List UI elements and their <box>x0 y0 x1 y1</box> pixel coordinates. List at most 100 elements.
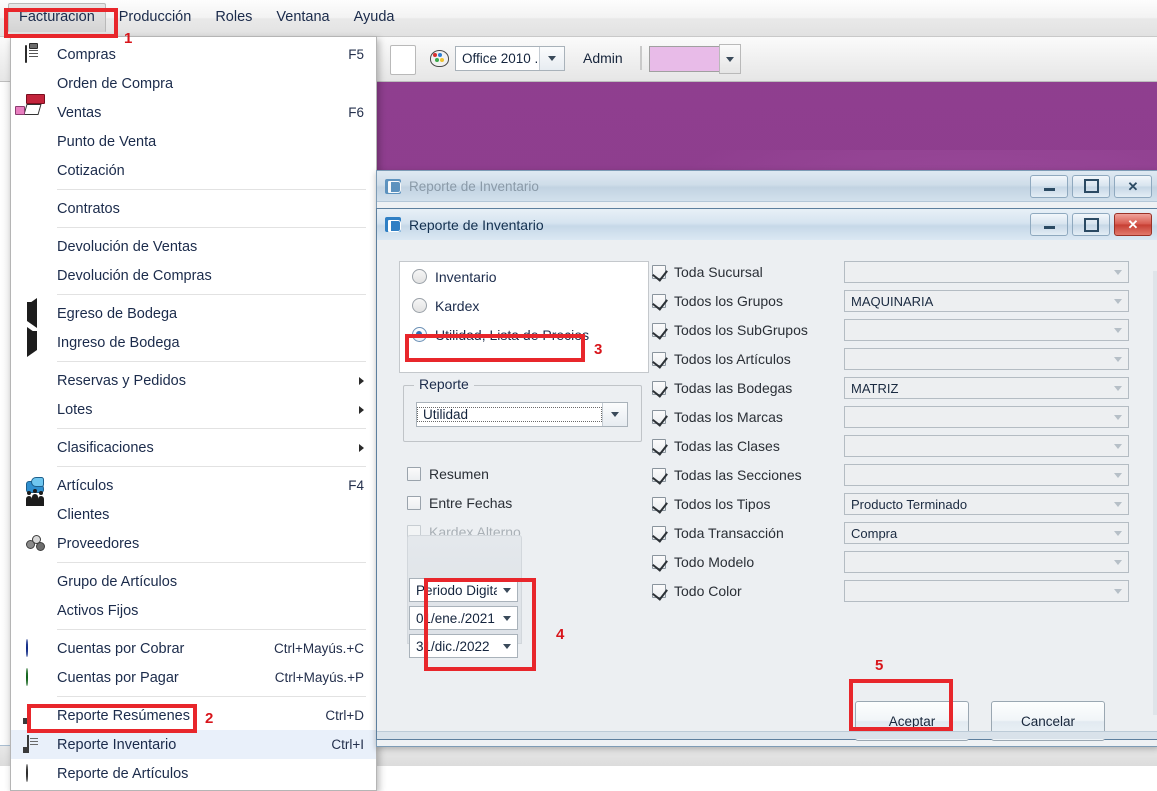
select-sucursal[interactable] <box>844 261 1129 283</box>
menu-item-punto-de-venta[interactable]: Punto de Venta <box>11 127 376 156</box>
menu-item-lotes[interactable]: Lotes <box>11 395 376 424</box>
checkbox-todo-modelo[interactable]: Todo Modelo <box>652 554 754 570</box>
checkbox-todos-los-subgrupos[interactable]: Todos los SubGrupos <box>652 322 808 338</box>
checkbox-toda-transaccion[interactable]: Toda Transacción <box>652 525 784 541</box>
select-arrow[interactable] <box>1108 269 1128 275</box>
maximize-button[interactable] <box>1072 174 1110 198</box>
menu-item-activos-fijos[interactable]: Activos Fijos <box>11 596 376 625</box>
checkbox-todas-las-clases[interactable]: Todas las Clases <box>652 438 780 454</box>
select-arrow[interactable] <box>1108 501 1128 507</box>
theme-select-arrow[interactable] <box>539 47 564 70</box>
date-from-arrow[interactable] <box>497 607 517 629</box>
select-transaccion[interactable]: Compra <box>844 522 1129 544</box>
reporte-select-arrow[interactable] <box>602 403 627 426</box>
dialog-close-button[interactable]: ✕ <box>1114 213 1152 236</box>
menu-ventana[interactable]: Ventana <box>265 3 340 33</box>
select-tipos[interactable]: Producto Terminado <box>844 493 1129 515</box>
period-select[interactable]: Periodo Digitado <box>409 578 518 602</box>
select-marcas[interactable] <box>844 406 1129 428</box>
select-arrow[interactable] <box>1108 327 1128 333</box>
menu-item-cuentas-por-cobrar[interactable]: Cuentas por Cobrar Ctrl+Mayús.+C <box>11 634 376 663</box>
minimize-button[interactable] <box>1030 174 1068 198</box>
checkbox-todas-las-marcas[interactable]: Todas los Marcas <box>652 409 783 425</box>
menu-ayuda[interactable]: Ayuda <box>343 3 406 33</box>
menu-item-compras[interactable]: Compras F5 <box>11 40 376 69</box>
menu-item-devolucion-de-ventas[interactable]: Devolución de Ventas <box>11 232 376 261</box>
select-arrow[interactable] <box>1108 472 1128 478</box>
menu-roles[interactable]: Roles <box>204 3 263 33</box>
checkbox-todos-los-grupos[interactable]: Todos los Grupos <box>652 293 783 309</box>
date-to-arrow[interactable] <box>497 635 517 657</box>
radio-icon-selected <box>412 327 427 342</box>
menu-item-ventas[interactable]: Ventas F6 <box>11 93 376 127</box>
menu-item-orden-de-compra[interactable]: Orden de Compra <box>11 69 376 98</box>
proveedores-icon <box>26 534 46 553</box>
checkbox-toda-sucursal[interactable]: Toda Sucursal <box>652 264 763 280</box>
radio-kardex[interactable]: Kardex <box>400 291 648 320</box>
menu-item-egreso-de-bodega[interactable]: Egreso de Bodega <box>11 297 376 328</box>
checkbox-todas-las-bodegas[interactable]: Todas las Bodegas <box>652 380 792 396</box>
select-arrow[interactable] <box>1108 298 1128 304</box>
menu-facturacion[interactable]: Facturación <box>8 2 106 33</box>
select-arrow[interactable] <box>1108 588 1128 594</box>
menu-item-reporte-resumenes[interactable]: Reporte Resúmenes Ctrl+D <box>11 701 376 730</box>
select-arrow[interactable] <box>1108 530 1128 536</box>
menu-item-proveedores[interactable]: Proveedores <box>11 529 376 558</box>
radio-icon <box>412 269 427 284</box>
filter-label: Todos los SubGrupos <box>674 322 808 338</box>
select-arrow[interactable] <box>1108 356 1128 362</box>
annotation-number-4: 4 <box>556 626 565 643</box>
checkbox-entre-fechas[interactable]: Entre Fechas <box>407 495 512 511</box>
date-from-value: 01/ene./2021 <box>416 610 495 626</box>
select-articulos[interactable] <box>844 348 1129 370</box>
select-clases[interactable] <box>844 435 1129 457</box>
select-modelo[interactable] <box>844 551 1129 573</box>
menu-item-articulos[interactable]: Artículos F4 <box>11 471 376 500</box>
menu-item-reservas-y-pedidos[interactable]: Reservas y Pedidos <box>11 366 376 395</box>
date-from-select[interactable]: 01/ene./2021 <box>409 606 518 630</box>
menu-produccion[interactable]: Producción <box>108 3 203 33</box>
period-select-arrow[interactable] <box>497 579 517 601</box>
menu-item-grupo-de-articulos[interactable]: Grupo de Artículos <box>11 567 376 596</box>
menu-item-reporte-inventario[interactable]: Reporte Inventario Ctrl+I <box>11 730 376 759</box>
radio-inventario[interactable]: Inventario <box>400 262 648 291</box>
checkbox-todos-los-tipos[interactable]: Todos los Tipos <box>652 496 771 512</box>
dialog-titlebar[interactable]: Reporte de Inventario ✕ <box>377 209 1157 241</box>
menu-item-reporte-de-articulos[interactable]: Reporte de Artículos <box>11 759 376 788</box>
menu-item-clientes[interactable]: Clientes <box>11 488 376 529</box>
checkbox-todos-los-articulos[interactable]: Todos los Artículos <box>652 351 791 367</box>
select-arrow[interactable] <box>1108 414 1128 420</box>
theme-select[interactable]: Office 2010 ... <box>455 46 565 71</box>
dialog-right-edge <box>1153 271 1157 715</box>
mdi-parent-titlebar[interactable]: Reporte de Inventario ✕ <box>377 171 1157 202</box>
select-color[interactable] <box>844 580 1129 602</box>
close-button[interactable]: ✕ <box>1114 174 1152 198</box>
reporte-select[interactable]: Utilidad <box>416 402 628 427</box>
checkbox-todo-color[interactable]: Todo Color <box>652 583 742 599</box>
select-arrow[interactable] <box>1108 443 1128 449</box>
dialog-maximize-button[interactable] <box>1072 213 1110 236</box>
date-to-select[interactable]: 31/dic./2022 <box>409 634 518 658</box>
radio-utilidad-lista-de-precios[interactable]: Utilidad, Lista de Precios <box>400 320 648 349</box>
annotation-number-1: 1 <box>124 30 133 47</box>
toolbar-blank-button[interactable] <box>390 45 416 75</box>
select-arrow[interactable] <box>1108 385 1128 391</box>
select-bodegas[interactable]: MATRIZ <box>844 377 1129 399</box>
menu-item-cotizacion[interactable]: Cotización <box>11 156 376 185</box>
menu-item-cuentas-por-pagar[interactable]: Cuentas por Pagar Ctrl+Mayús.+P <box>11 663 376 692</box>
menu-item-clasificaciones[interactable]: Clasificaciones <box>11 433 376 462</box>
toolbar-overflow-button[interactable] <box>719 44 741 74</box>
filter-label: Todos los Grupos <box>674 293 783 309</box>
menu-item-devolucion-de-compras[interactable]: Devolución de Compras <box>11 261 376 290</box>
select-arrow[interactable] <box>1108 559 1128 565</box>
user-color-swatch[interactable] <box>649 46 721 72</box>
menu-item-contratos[interactable]: Contratos <box>11 194 376 223</box>
select-secciones[interactable] <box>844 464 1129 486</box>
dialog-minimize-button[interactable] <box>1030 213 1068 236</box>
menu-item-ingreso-de-bodega[interactable]: Ingreso de Bodega <box>11 326 376 357</box>
checkbox-resumen[interactable]: Resumen <box>407 466 489 482</box>
checkbox-todas-las-secciones[interactable]: Todas las Secciones <box>652 467 802 483</box>
select-grupos[interactable]: MAQUINARIA <box>844 290 1129 312</box>
select-subgrupos[interactable] <box>844 319 1129 341</box>
checkbox-icon <box>652 410 666 424</box>
